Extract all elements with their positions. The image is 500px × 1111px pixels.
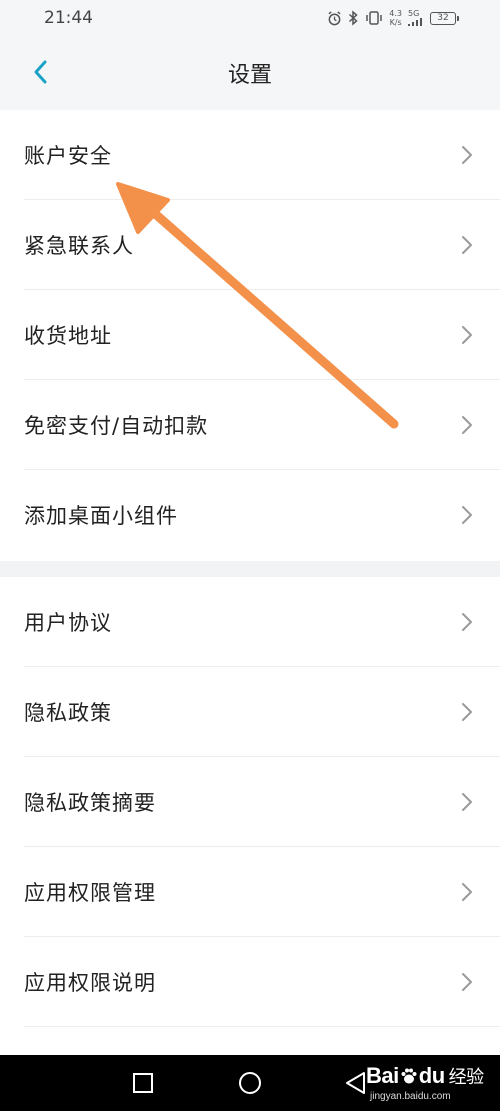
network-type: 5G [408,10,424,26]
settings-item-shipping-address[interactable]: 收货地址 [0,290,500,380]
divider [24,1026,500,1027]
chevron-right-icon [462,883,472,901]
chevron-right-icon [462,146,472,164]
bluetooth-icon [349,10,358,26]
status-icons: 4.3 K/s 5G 32 [327,8,459,28]
settings-item-label: 应用权限管理 [24,881,156,905]
settings-item-privacy-summary[interactable]: 隐私政策摘要 [0,757,500,847]
chevron-right-icon [462,326,472,344]
settings-item-password-free-payment[interactable]: 免密支付/自动扣款 [0,380,500,470]
chevron-right-icon [462,416,472,434]
settings-item-privacy-policy[interactable]: 隐私政策 [0,667,500,757]
baidu-jingyan-watermark: Bai du 经验 jingyan.baidu.com [360,1061,490,1105]
settings-item-label: 隐私政策 [24,701,112,725]
home-icon[interactable] [236,1069,264,1097]
battery-level: 32 [437,13,449,23]
watermark-brand: Bai du 经验 [366,1063,484,1089]
chevron-right-icon [462,506,472,524]
network-speed-unit: K/s [389,18,402,27]
chevron-right-icon [462,703,472,721]
alarm-icon [328,10,341,25]
nav-header: 设置 [0,36,500,110]
settings-item-label: 隐私政策摘要 [24,791,156,815]
network-speed: 4.3 K/s [389,9,402,27]
network-speed-value: 4.3 [389,9,402,18]
recent-apps-icon[interactable] [129,1069,157,1097]
vibrate-icon [366,11,383,25]
status-bar: 21:44 4.3 K/s 5G 32 [0,0,500,36]
settings-item-label: 应用权限说明 [24,971,156,995]
settings-item-account-security[interactable]: 账户安全 [0,110,500,200]
settings-item-emergency-contact[interactable]: 紧急联系人 [0,200,500,290]
network-type-label: 5G [408,9,420,18]
chevron-right-icon [462,236,472,254]
settings-item-label: 紧急联系人 [24,234,134,258]
chevron-right-icon [462,793,472,811]
status-time: 21:44 [44,8,93,28]
settings-group-legal: 用户协议 隐私政策 隐私政策摘要 应用权限管理 应用权限说明 [0,577,500,1055]
watermark-brand-right: du [418,1063,445,1088]
page-title: 设置 [227,63,272,88]
settings-item-label: 收货地址 [24,324,112,348]
settings-item-user-agreement[interactable]: 用户协议 [0,577,500,667]
signal-icon [408,18,422,26]
settings-item-permission-management[interactable]: 应用权限管理 [0,847,500,937]
chevron-right-icon [462,973,472,991]
watermark-url: jingyan.baidu.com [370,1091,451,1102]
battery-icon: 32 [430,11,459,25]
chevron-right-icon [462,613,472,631]
system-nav-bar: Bai du 经验 jingyan.baidu.com [0,1055,500,1111]
settings-group-account: 账户安全 紧急联系人 收货地址 免密支付/自动扣款 添加桌面小组件 [0,110,500,561]
settings-item-permission-description[interactable]: 应用权限说明 [0,937,500,1027]
settings-item-add-desktop-widget[interactable]: 添加桌面小组件 [0,470,500,560]
settings-item-label: 免密支付/自动扣款 [24,414,209,438]
settings-item-label: 添加桌面小组件 [24,504,178,528]
settings-item-label: 用户协议 [24,611,112,635]
watermark-brand-left: Bai [366,1063,399,1088]
paw-icon [401,1068,417,1084]
settings-item-label: 账户安全 [24,144,112,168]
watermark-brand-sub: 经验 [448,1067,485,1087]
